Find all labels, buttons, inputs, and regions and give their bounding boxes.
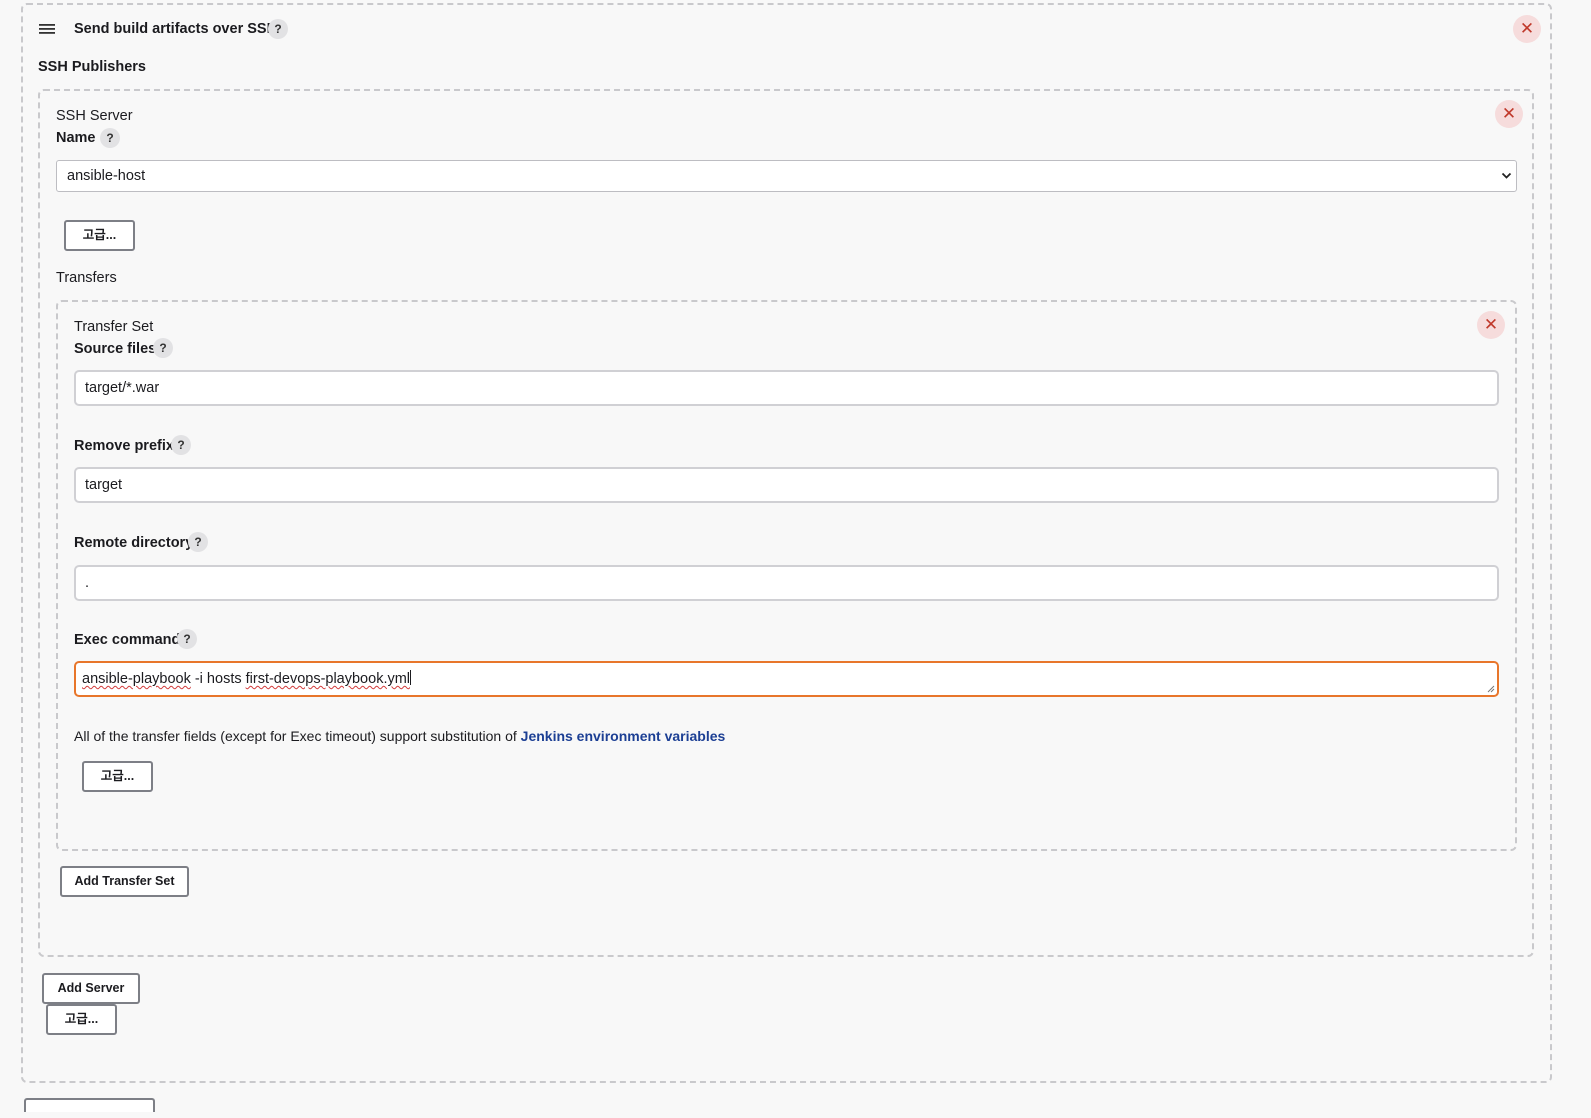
remove-prefix-help-icon[interactable]: ? bbox=[171, 435, 191, 455]
publisher-advanced-button[interactable]: 고급... bbox=[46, 1004, 117, 1035]
remove-prefix-label: Remove prefix bbox=[74, 438, 174, 454]
transfer-advanced-button[interactable]: 고급... bbox=[82, 761, 153, 792]
drag-handle-icon[interactable] bbox=[39, 22, 56, 36]
exec-command-word-3: first-devops-playbook.yml bbox=[245, 671, 411, 687]
add-transfer-set-button[interactable]: Add Transfer Set bbox=[60, 866, 189, 897]
section-help-icon[interactable]: ? bbox=[268, 19, 288, 39]
remote-directory-label: Remote directory bbox=[74, 535, 194, 551]
transfer-set-heading: Transfer Set bbox=[74, 319, 154, 335]
section-delete-button[interactable]: ✕ bbox=[1513, 15, 1541, 43]
ssh-server-heading: SSH Server bbox=[56, 108, 133, 124]
name-label: Name bbox=[56, 130, 96, 146]
chevron-down-icon bbox=[1501, 172, 1512, 179]
server-name-select[interactable]: ansible-host bbox=[56, 160, 1517, 192]
exec-command-word-2: -i hosts bbox=[190, 671, 246, 687]
exec-command-word-1: ansible-playbook bbox=[82, 671, 191, 687]
ssh-publishers-label: SSH Publishers bbox=[38, 59, 146, 75]
exec-command-textarea[interactable]: ansible-playbook -i hosts first-devops-p… bbox=[74, 661, 1499, 697]
remote-directory-input[interactable]: . bbox=[74, 565, 1499, 601]
source-files-label: Source files bbox=[74, 341, 157, 357]
resize-handle-icon[interactable] bbox=[1487, 685, 1495, 693]
source-files-help-icon[interactable]: ? bbox=[153, 338, 173, 358]
exec-command-help-icon[interactable]: ? bbox=[177, 629, 197, 649]
remote-directory-help-icon[interactable]: ? bbox=[188, 532, 208, 552]
transfers-label: Transfers bbox=[56, 270, 117, 286]
text-caret bbox=[410, 670, 412, 685]
add-server-button[interactable]: Add Server bbox=[42, 973, 140, 1004]
server-delete-button[interactable]: ✕ bbox=[1495, 100, 1523, 128]
next-section-button[interactable] bbox=[24, 1098, 155, 1112]
transfer-delete-button[interactable]: ✕ bbox=[1477, 311, 1505, 339]
server-name-value: ansible-host bbox=[67, 168, 146, 184]
name-help-icon[interactable]: ? bbox=[100, 128, 120, 148]
server-advanced-button[interactable]: 고급... bbox=[64, 220, 135, 251]
remove-prefix-input[interactable]: target bbox=[74, 467, 1499, 503]
exec-command-label: Exec command bbox=[74, 632, 181, 648]
source-files-input[interactable]: target/*.war bbox=[74, 370, 1499, 406]
env-vars-note: All of the transfer fields (except for E… bbox=[74, 728, 725, 744]
env-vars-note-text: All of the transfer fields (except for E… bbox=[74, 728, 521, 744]
jenkins-env-vars-link[interactable]: Jenkins environment variables bbox=[521, 728, 726, 744]
section-title: Send build artifacts over SSH bbox=[74, 21, 278, 37]
